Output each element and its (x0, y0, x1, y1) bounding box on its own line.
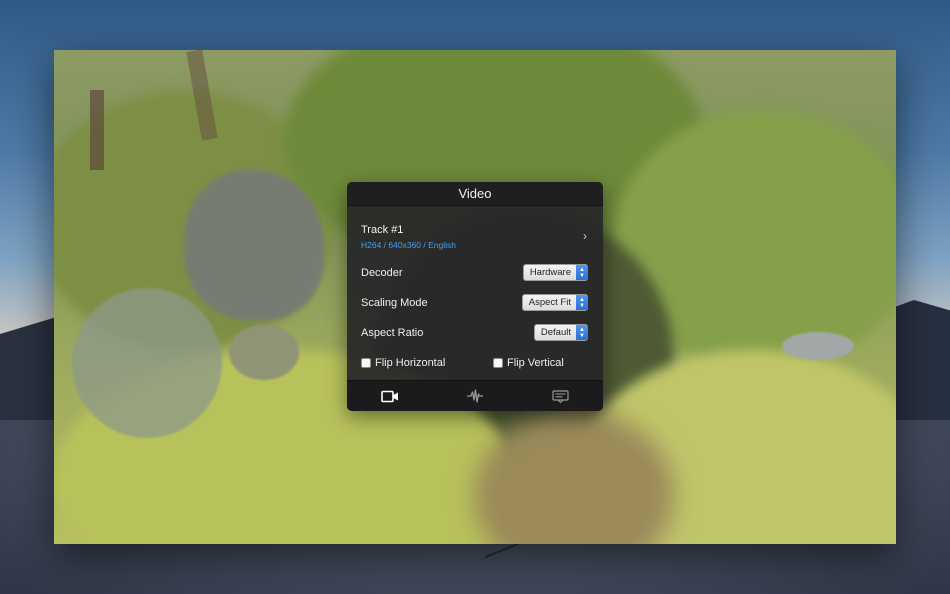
updown-arrows-icon: ▲ ▼ (576, 265, 588, 280)
decoder-value: Hardware (529, 267, 571, 278)
updown-arrows-icon: ▲ ▼ (576, 295, 588, 310)
updown-arrows-icon: ▲ ▼ (576, 325, 588, 340)
decoder-select[interactable]: Hardware ▲ ▼ (522, 264, 588, 281)
aspect-ratio-select[interactable]: Default ▲ ▼ (533, 324, 588, 341)
scaling-mode-label: Scaling Mode (361, 297, 428, 309)
track-info: H264 / 640x360 / English (361, 240, 456, 250)
tab-video[interactable] (347, 381, 432, 411)
subtitles-icon (552, 389, 569, 403)
track-title: Track #1 (361, 224, 404, 236)
tab-audio[interactable] (432, 381, 517, 411)
aspect-ratio-row: Aspect Ratio Default ▲ ▼ (347, 324, 603, 344)
video-camera-icon (380, 390, 398, 402)
checkbox-box (493, 358, 503, 368)
flip-options: Flip Horizontal Flip Vertical (347, 356, 603, 372)
panel-title: Video (347, 182, 603, 206)
audio-waveform-icon (466, 389, 483, 403)
flip-vertical-checkbox[interactable]: Flip Vertical (493, 357, 564, 369)
aspect-ratio-value: Default (540, 327, 571, 338)
rock (229, 325, 299, 380)
video-settings-panel: Video Track #1 H264 / 640x360 / English … (347, 182, 603, 411)
rock (72, 288, 222, 438)
decoder-row: Decoder Hardware ▲ ▼ (347, 264, 603, 284)
scaling-mode-select[interactable]: Aspect Fit ▲ ▼ (521, 294, 588, 311)
rock (782, 332, 854, 360)
checkbox-box (361, 358, 371, 368)
flip-vertical-label: Flip Vertical (507, 357, 564, 369)
scaling-mode-row: Scaling Mode Aspect Fit ▲ ▼ (347, 294, 603, 314)
track-selector[interactable]: Track #1 H264 / 640x360 / English › (347, 219, 603, 253)
scaling-mode-value: Aspect Fit (528, 297, 571, 308)
aspect-ratio-label: Aspect Ratio (361, 327, 424, 339)
tree-trunk (90, 90, 104, 170)
decoder-label: Decoder (361, 267, 403, 279)
flip-horizontal-checkbox[interactable]: Flip Horizontal (361, 357, 445, 369)
tab-subtitles[interactable] (518, 381, 603, 411)
rock (184, 170, 324, 320)
panel-tab-bar (347, 380, 603, 411)
chevron-right-icon: › (583, 229, 587, 243)
flip-horizontal-label: Flip Horizontal (375, 357, 446, 369)
